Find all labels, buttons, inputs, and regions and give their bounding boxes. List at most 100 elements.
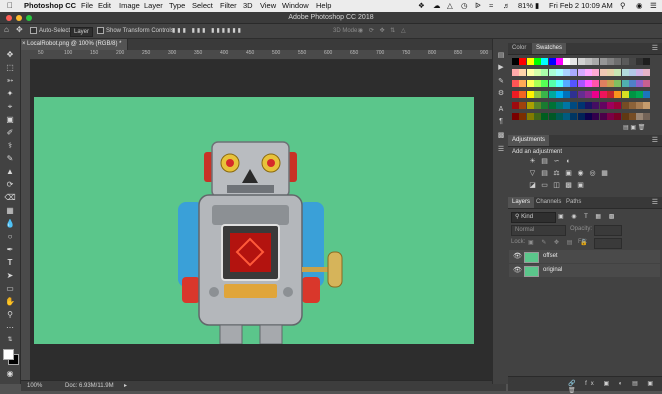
new-swatch-icon[interactable]: ▣: [630, 125, 636, 131]
quick-mask-icon[interactable]: ◉: [3, 368, 17, 379]
color-swatch[interactable]: [606, 91, 614, 98]
color-swatch[interactable]: [621, 113, 629, 120]
color-swatch[interactable]: [592, 69, 600, 76]
color-swatch[interactable]: [592, 102, 600, 109]
color-swatch[interactable]: [643, 113, 651, 120]
invert-icon[interactable]: ◪: [528, 182, 537, 190]
selective-color-icon[interactable]: ▣: [576, 182, 585, 190]
color-swatch[interactable]: [570, 80, 578, 87]
color-swatch[interactable]: [519, 102, 527, 109]
color-swatch[interactable]: [555, 91, 563, 98]
color-swatch[interactable]: [533, 80, 541, 87]
fill-field[interactable]: [594, 238, 622, 249]
color-swatch[interactable]: [526, 91, 534, 98]
color-swatch[interactable]: [628, 113, 636, 120]
color-swatch[interactable]: [628, 80, 636, 87]
zoom-tool-icon[interactable]: ⚲: [3, 309, 17, 320]
color-swatch[interactable]: [585, 102, 592, 109]
menu-help[interactable]: Help: [316, 1, 331, 11]
color-swatch[interactable]: [621, 102, 629, 109]
color-swatch[interactable]: [636, 91, 644, 98]
menu-image[interactable]: Image: [119, 1, 140, 11]
clone-stamp-tool-icon[interactable]: ▲: [3, 166, 17, 177]
color-swatch[interactable]: [555, 58, 563, 65]
edit-toolbar-icon[interactable]: ⋯: [3, 322, 17, 333]
color-swatch[interactable]: [519, 91, 527, 98]
color-swatch[interactable]: [636, 69, 644, 76]
layer-filter-icons[interactable]: ▣ ◉ T ▦ ▩: [558, 213, 617, 220]
color-lookup-icon[interactable]: ▦: [600, 170, 609, 178]
color-swatch[interactable]: [548, 102, 556, 109]
color-swatch[interactable]: [548, 113, 556, 120]
clock[interactable]: Fri Feb 2 10:09 AM: [549, 1, 613, 11]
crop-tool-icon[interactable]: ⌖: [3, 101, 17, 112]
volume-icon[interactable]: ♬: [503, 1, 511, 11]
color-swatch[interactable]: [577, 58, 585, 65]
color-swatch[interactable]: [614, 80, 622, 87]
app-menu[interactable]: Photoshop CC: [24, 1, 76, 11]
color-swatch[interactable]: [606, 113, 614, 120]
color-swatch[interactable]: [621, 80, 629, 87]
move-tool-preset-icon[interactable]: ✥: [16, 26, 23, 34]
color-swatch[interactable]: [555, 80, 563, 87]
color-swatch[interactable]: [555, 69, 563, 76]
dropbox-icon[interactable]: ❖: [418, 1, 425, 11]
eyedropper-tool-icon[interactable]: ✐: [3, 127, 17, 138]
color-swatch[interactable]: [570, 69, 578, 76]
color-balance-icon[interactable]: ⚖: [552, 170, 561, 178]
color-swatch[interactable]: [599, 80, 607, 87]
exposure-icon[interactable]: ◐: [564, 158, 573, 166]
color-swatch[interactable]: [512, 113, 519, 120]
color-swatch[interactable]: [636, 102, 644, 109]
color-swatch[interactable]: [621, 69, 629, 76]
battery-icon[interactable]: ▮: [535, 1, 539, 11]
color-swatch[interactable]: [533, 91, 541, 98]
color-swatch[interactable]: [570, 102, 578, 109]
curves-icon[interactable]: ∽: [552, 158, 561, 166]
tab-adjustments[interactable]: Adjustments: [508, 135, 550, 146]
type-tool-icon[interactable]: T: [3, 257, 17, 268]
document-canvas[interactable]: [34, 97, 474, 344]
color-swatch[interactable]: [636, 58, 644, 65]
menu-layer[interactable]: Layer: [144, 1, 163, 11]
notifications-icon[interactable]: ☰: [650, 1, 657, 11]
color-swatch[interactable]: [599, 102, 607, 109]
color-swatch[interactable]: [643, 91, 651, 98]
color-swatch[interactable]: [606, 80, 614, 87]
color-swatch[interactable]: [548, 58, 556, 65]
color-swatch[interactable]: [592, 58, 600, 65]
threshold-icon[interactable]: ◫: [552, 182, 561, 190]
color-swatch[interactable]: [555, 113, 563, 120]
color-swatch[interactable]: [621, 58, 629, 65]
color-swatch[interactable]: [628, 102, 636, 109]
brightness-contrast-icon[interactable]: ☀: [528, 158, 537, 166]
gradient-map-icon[interactable]: ▩: [564, 182, 573, 190]
color-swatch[interactable]: [628, 91, 636, 98]
color-swatch[interactable]: [614, 69, 622, 76]
color-swatch[interactable]: [570, 113, 578, 120]
marquee-tool-icon[interactable]: ⬚: [3, 62, 17, 73]
paragraph-panel-icon[interactable]: ¶: [496, 117, 506, 126]
levels-icon[interactable]: ▤: [540, 158, 549, 166]
play-actions-icon[interactable]: ▶: [496, 63, 506, 72]
rectangle-tool-icon[interactable]: ▭: [3, 283, 17, 294]
color-swatch[interactable]: [533, 69, 541, 76]
menu-view[interactable]: View: [260, 1, 276, 11]
color-swatch[interactable]: [541, 80, 549, 87]
color-swatch[interactable]: [541, 113, 549, 120]
color-swatch[interactable]: [614, 91, 622, 98]
color-swatch[interactable]: [599, 58, 607, 65]
color-swatch[interactable]: [519, 58, 527, 65]
path-selection-tool-icon[interactable]: ➤: [3, 270, 17, 281]
black-white-icon[interactable]: ▣: [564, 170, 573, 178]
siri-icon[interactable]: ◉: [636, 1, 643, 11]
panel-menu-icon[interactable]: ☰: [652, 197, 658, 208]
tab-paths[interactable]: Paths: [562, 197, 585, 208]
properties-panel-icon[interactable]: ☰: [496, 145, 506, 154]
new-folder-icon[interactable]: ▤: [623, 125, 629, 131]
panel-menu-icon[interactable]: ☰: [652, 43, 658, 54]
color-swatch[interactable]: [541, 58, 549, 65]
menu-window[interactable]: Window: [282, 1, 309, 11]
blur-tool-icon[interactable]: 💧: [3, 218, 17, 229]
brush-tool-icon[interactable]: ✎: [3, 153, 17, 164]
